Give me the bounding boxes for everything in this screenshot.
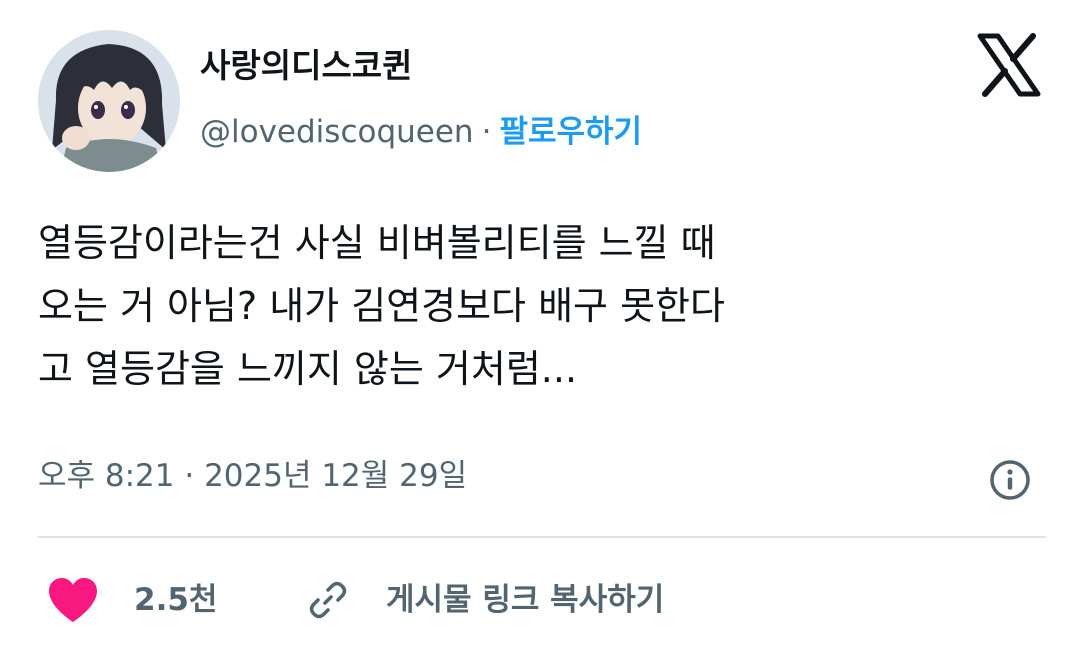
- follow-button[interactable]: 팔로우하기: [499, 114, 642, 150]
- tweet-text: 열등감이라는건 사실 비벼볼리티를 느낄 때 오는 거 아님? 내가 김연경보다…: [38, 212, 1038, 401]
- heart-icon[interactable]: [46, 576, 100, 624]
- display-name[interactable]: 사랑의디스코퀸: [200, 44, 413, 88]
- link-icon[interactable]: [306, 578, 350, 622]
- tweet-text-line: 오는 거 아님? 내가 김연경보다 배구 못한다: [38, 284, 725, 328]
- like-count[interactable]: 2.5천: [134, 576, 217, 624]
- tweet-text-line: 고 열등감을 느끼지 않는 거처럼...: [38, 347, 578, 391]
- divider: [38, 536, 1046, 538]
- avatar[interactable]: [38, 30, 180, 172]
- separator-dot: ·: [481, 114, 492, 150]
- x-logo-icon[interactable]: [976, 32, 1042, 98]
- info-icon[interactable]: [988, 458, 1032, 502]
- timestamp[interactable]: 오후 8:21 · 2025년 12월 29일: [38, 454, 467, 498]
- user-handle[interactable]: @lovediscoqueen: [200, 114, 474, 150]
- tweet-card: 사랑의디스코퀸 @lovediscoqueen · 팔로우하기 열등감이라는건 사실…: [0, 0, 1073, 657]
- tweet-text-line: 열등감이라는건 사실 비벼볼리티를 느낄 때: [38, 221, 716, 265]
- avatar-image: [38, 30, 180, 172]
- handle-row: @lovediscoqueen · 팔로우하기: [200, 110, 642, 154]
- copy-link-button[interactable]: 게시물 링크 복사하기: [386, 576, 664, 624]
